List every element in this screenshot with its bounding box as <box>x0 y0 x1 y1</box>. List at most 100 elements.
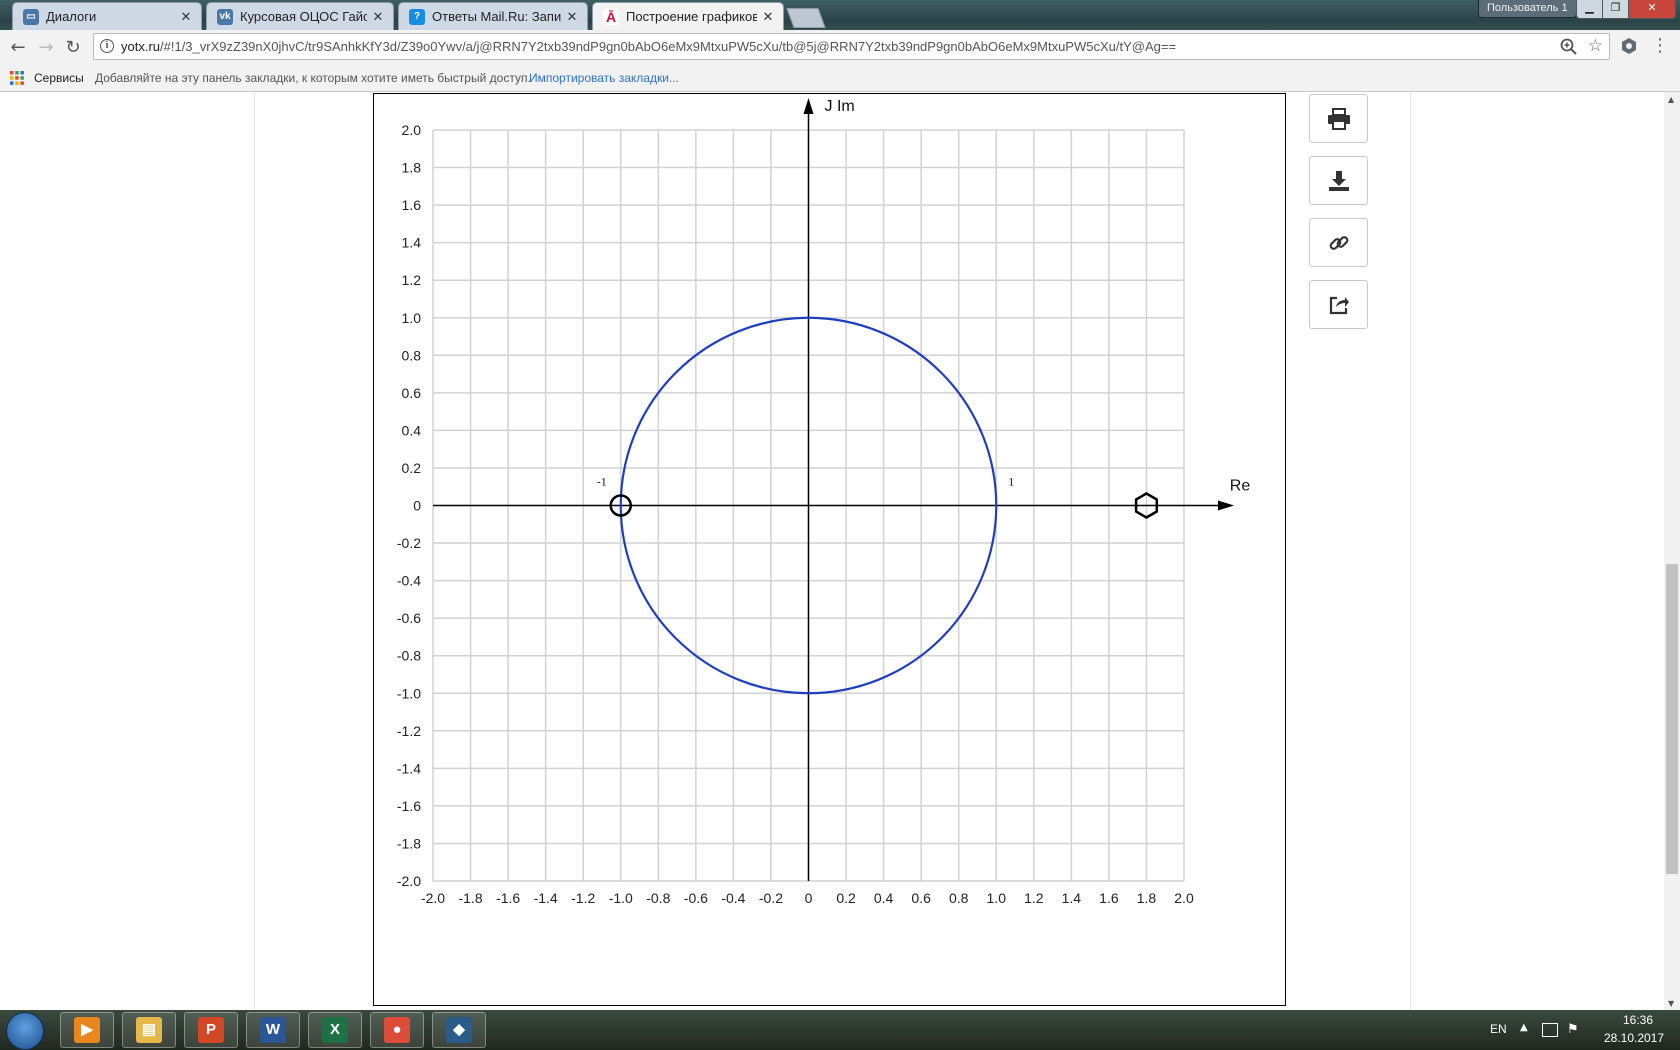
x-tick-label: 0 <box>805 890 813 906</box>
new-tab-button[interactable] <box>786 8 826 28</box>
download-button[interactable] <box>1309 156 1368 205</box>
scroll-up-icon[interactable]: ▲ <box>1668 95 1674 104</box>
y-tick-label: -1.4 <box>397 760 421 776</box>
clock-time[interactable]: 16:36 <box>1612 1013 1664 1027</box>
apps-label[interactable]: Сервисы <box>34 71 84 85</box>
close-window-button[interactable]: ✕ <box>1628 0 1676 19</box>
x-tick-label: -0.6 <box>684 890 708 906</box>
x-tick-label: 1.8 <box>1137 890 1157 906</box>
print-button[interactable] <box>1309 94 1368 143</box>
windows-taskbar: ▶ ▤ P W X ● ◆ EN ▲ ⚑ 16:36 28.10.2017 <box>0 1010 1680 1050</box>
star-icon[interactable]: ☆ <box>1588 36 1603 56</box>
import-bookmarks-link[interactable]: Импортировать закладки... <box>529 71 679 85</box>
action-center-flag-icon[interactable]: ⚑ <box>1567 1022 1579 1037</box>
y-tick-label: -0.8 <box>397 648 421 664</box>
x-tick-label: -1.2 <box>571 890 595 906</box>
taskbar-media-player[interactable]: ▶ <box>60 1012 114 1048</box>
x-tick-label: -1.8 <box>458 890 482 906</box>
scroll-thumb[interactable] <box>1666 564 1678 874</box>
start-button[interactable] <box>6 1012 44 1050</box>
link-icon <box>1329 235 1348 250</box>
taskbar-powerpoint[interactable]: P <box>184 1012 238 1048</box>
question-icon: ? <box>409 8 425 25</box>
close-icon[interactable]: ✕ <box>371 9 385 25</box>
taskbar-app[interactable]: ◆ <box>432 1012 486 1048</box>
taskbar-excel[interactable]: X <box>308 1012 362 1048</box>
x-tick-label: 0.6 <box>911 890 931 906</box>
x-tick-label: 1.2 <box>1024 890 1044 906</box>
point-label: -1 <box>597 475 607 489</box>
page-content: -2.0 -1.8 -1.6 -1.4 -1.2 -1.0 -0.8 -0.6 -0.4 -0.2… <box>0 92 1664 1010</box>
complex-plane-chart: -2.0 -1.8 -1.6 -1.4 -1.2 -1.0 -0.8 -0.6 -0.4 -0.2… <box>397 98 1251 906</box>
tab-kursovaya[interactable]: vk Курсовая ОЦОС Гайсан ✕ <box>206 2 394 30</box>
taskbar-chrome[interactable]: ● <box>370 1012 424 1048</box>
maximize-button[interactable]: ❐ <box>1602 0 1629 19</box>
tab-dialogi[interactable]: ▭ Диалоги ✕ <box>12 2 202 30</box>
info-icon[interactable]: i <box>100 39 114 53</box>
back-button[interactable]: ← <box>5 35 31 61</box>
menu-icon[interactable]: ⋮ <box>1651 35 1669 59</box>
x-tick-label: 0.2 <box>836 890 856 906</box>
x-tick-label: 0.8 <box>949 890 969 906</box>
x-tick-label: 2.0 <box>1174 890 1194 906</box>
extension-icon[interactable] <box>1620 37 1638 55</box>
share-button[interactable] <box>1309 280 1368 329</box>
tab-yotx[interactable]: Ā Построение графиков ф ✕ <box>592 2 784 30</box>
x-tick-label: -0.8 <box>646 890 670 906</box>
y-tick-label: -0.6 <box>397 610 421 626</box>
zoom-icon[interactable] <box>1559 37 1579 57</box>
chart-frame: -2.0 -1.8 -1.6 -1.4 -1.2 -1.0 -0.8 -0.6 -0.4 -0.2… <box>373 93 1286 1006</box>
powerpoint-icon: P <box>198 1017 224 1043</box>
close-icon[interactable]: ✕ <box>179 9 193 25</box>
address-bar[interactable]: i yotx.ru/#!1/3_vrX9zZ39nX0jhvC/tr9SAnhk… <box>93 33 1610 60</box>
tab-title: Ответы Mail.Ru: Запиши <box>432 9 561 24</box>
url-path: /#!1/3_vrX9zZ39nX0jhvC/tr9SAnhkKfY3d/Z39… <box>160 39 1177 54</box>
y-tick-label: 1.6 <box>402 197 422 213</box>
media-player-icon: ▶ <box>74 1017 100 1043</box>
x-axis-label: Re <box>1230 478 1251 495</box>
word-icon: W <box>260 1017 286 1043</box>
apps-grid-icon[interactable] <box>10 71 24 85</box>
x-tick-label: -0.2 <box>759 890 783 906</box>
bookmarks-bar: Сервисы Добавляйте на эту панель закладк… <box>0 65 1680 92</box>
vk-icon: vk <box>217 8 233 25</box>
x-tick-label: -0.4 <box>721 890 745 906</box>
content-divider-right <box>1410 92 1411 1010</box>
minimize-button[interactable]: ▁ <box>1576 0 1603 19</box>
content-divider-left <box>254 92 255 1010</box>
link-button[interactable] <box>1309 218 1368 267</box>
y-tick-label: 1.2 <box>402 272 422 288</box>
clock-date[interactable]: 28.10.2017 <box>1596 1031 1672 1045</box>
tray-expand-icon[interactable]: ▲ <box>1520 1022 1528 1033</box>
language-indicator[interactable]: EN <box>1490 1022 1507 1036</box>
y-tick-label: -2.0 <box>397 873 421 889</box>
tab-otvety[interactable]: ? Ответы Mail.Ru: Запиши ✕ <box>398 2 588 30</box>
y-tick-label: 2.0 <box>402 122 422 138</box>
excel-icon: X <box>322 1017 348 1043</box>
point-label: 1 <box>1008 475 1014 489</box>
close-icon[interactable]: ✕ <box>761 9 775 25</box>
y-tick-label: 1.4 <box>402 235 422 251</box>
reload-button[interactable]: ↻ <box>60 35 86 61</box>
url-text[interactable]: yotx.ru/#!1/3_vrX9zZ39nX0jhvC/tr9SAnhkKf… <box>121 39 1176 54</box>
x-tick-label: 0.4 <box>874 890 894 906</box>
y-tick-label: 0.6 <box>402 385 422 401</box>
taskbar-word[interactable]: W <box>246 1012 300 1048</box>
y-tick-label: 0.8 <box>402 347 422 363</box>
profile-button[interactable]: Пользователь 1 <box>1478 0 1577 18</box>
share-icon <box>1329 296 1349 314</box>
x-axis-arrow-icon <box>1218 500 1234 511</box>
y-tick-label: 0 <box>413 498 421 514</box>
network-icon[interactable] <box>1542 1023 1558 1037</box>
page-scrollbar[interactable]: ▲ ▼ <box>1664 92 1680 1010</box>
url-host: yotx.ru <box>121 39 161 54</box>
y-tick-label: 1.8 <box>402 160 422 176</box>
taskbar-file-explorer[interactable]: ▤ <box>122 1012 176 1048</box>
forward-button[interactable]: → <box>33 35 59 61</box>
scroll-down-icon[interactable]: ▼ <box>1668 999 1674 1008</box>
close-icon[interactable]: ✕ <box>565 9 579 25</box>
y-axis-arrow-icon <box>803 98 814 114</box>
y-tick-label: -0.2 <box>397 535 421 551</box>
y-tick-label: 0.2 <box>402 460 422 476</box>
x-tick-label: 1.6 <box>1099 890 1119 906</box>
